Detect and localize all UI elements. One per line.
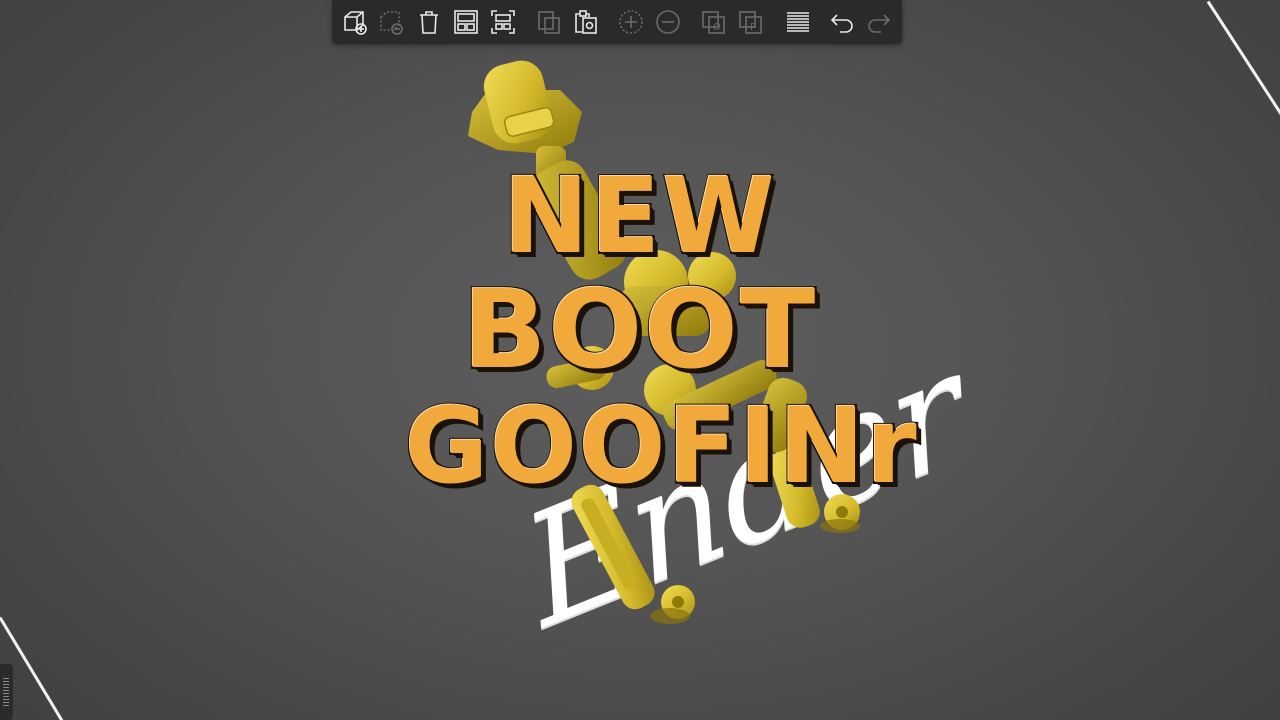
delete-object-icon: [380, 11, 403, 35]
add-instance-button[interactable]: [616, 7, 646, 37]
title-line-1: NEW: [501, 155, 777, 277]
title-line-2: BOOT: [461, 268, 818, 393]
undo-icon: [830, 14, 853, 33]
delete-object-button[interactable]: [376, 7, 406, 37]
paste-button[interactable]: [571, 7, 601, 37]
split-to-parts-button[interactable]: P: [736, 7, 766, 37]
top-toolbar: O P: [332, 0, 902, 44]
bed-edge-line-right: [1206, 0, 1280, 129]
copy-button[interactable]: [534, 7, 564, 37]
remove-instance-icon: [656, 10, 680, 34]
add-instance-icon: [619, 10, 643, 34]
grip-icon: [3, 678, 9, 706]
split-objects-glyph: O: [713, 22, 721, 33]
split-to-parts-icon: P: [739, 11, 762, 34]
delete-all-button[interactable]: [414, 7, 444, 37]
copy-icon: [538, 11, 560, 34]
layers-editing-icon: [787, 12, 809, 32]
remove-instance-button[interactable]: [653, 7, 683, 37]
redo-icon: [868, 14, 891, 33]
arrange-icon: [454, 10, 478, 34]
title-line-3: GOOFINr: [403, 385, 919, 507]
add-object-button[interactable]: [340, 7, 370, 37]
arrange-button[interactable]: [451, 7, 481, 37]
delete-all-icon: [420, 11, 438, 34]
thumbnail-title: NEW BOOT GOOFINr: [400, 155, 919, 507]
redo-button[interactable]: [864, 7, 894, 37]
paste-icon: [575, 10, 597, 34]
split-parts-glyph: P: [750, 22, 756, 33]
add-object-icon: [344, 11, 367, 35]
split-to-objects-button[interactable]: O: [699, 7, 729, 37]
3d-viewport[interactable]: Ender NEW BOOT GOOFINr O P: [0, 0, 1280, 720]
split-to-objects-icon: O: [702, 11, 725, 34]
arrange-selection-icon: [491, 10, 515, 34]
undo-button[interactable]: [827, 7, 857, 37]
collapse-sidebar-tab[interactable]: [0, 664, 13, 720]
arrange-selection-button[interactable]: [488, 7, 518, 37]
layers-editing-button[interactable]: [783, 7, 813, 37]
